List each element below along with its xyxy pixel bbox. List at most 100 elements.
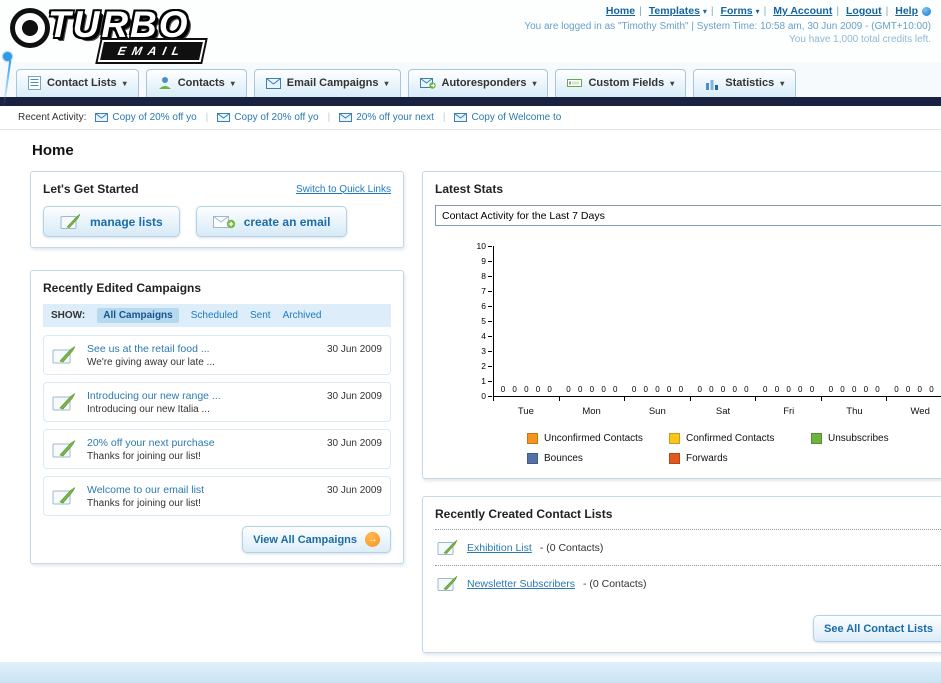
legend-swatch xyxy=(527,433,538,444)
contact-list-link[interactable]: Newsletter Subscribers xyxy=(467,578,575,590)
contact-list-item: Newsletter Subscribers - (0 Contacts) xyxy=(435,566,941,601)
recently-created-lists-panel: Recently Created Contact Lists Exhibitio… xyxy=(422,496,941,653)
create-email-button[interactable]: create an email xyxy=(195,206,348,237)
chart-x-ticks xyxy=(493,397,941,401)
legend-item: Unsubscribes xyxy=(811,433,941,444)
nav-divider-bar xyxy=(0,97,941,106)
chevron-down-icon: ▾ xyxy=(384,78,389,88)
campaign-row: Welcome to our email list Thanks for joi… xyxy=(43,476,391,516)
footer-band xyxy=(0,662,941,683)
chart-plot: 0 0 0 0 00 0 0 0 00 0 0 0 00 0 0 0 00 0 … xyxy=(493,246,941,397)
nav-tab-contacts[interactable]: Contacts ▾ xyxy=(145,69,247,97)
legend-item: Forwards xyxy=(669,453,811,464)
legend-item: Confirmed Contacts xyxy=(669,433,811,444)
campaign-title-link[interactable]: See us at the retail food ... xyxy=(87,343,318,355)
nav-tab-statistics[interactable]: Statistics ▾ xyxy=(693,69,797,97)
nav-tab-label: Custom Fields xyxy=(588,77,665,89)
chevron-down-icon: ▾ xyxy=(122,78,127,88)
contact-list-detail: - (0 Contacts) xyxy=(539,541,604,554)
contact-list-link[interactable]: Exhibition List xyxy=(467,542,532,554)
legend-swatch xyxy=(527,453,538,464)
pencil-note-icon xyxy=(52,393,76,411)
chart-x-label: Fri xyxy=(783,406,795,417)
campaign-date: 30 Jun 2009 xyxy=(326,391,382,402)
nav-tab-email-campaigns[interactable]: Email Campaigns ▾ xyxy=(253,69,401,97)
page-title: Home xyxy=(32,142,74,159)
link-logout[interactable]: Logout xyxy=(846,5,882,17)
recently-edited-campaigns-panel: Recently Edited Campaigns SHOW: All Camp… xyxy=(30,270,404,564)
legend-swatch xyxy=(811,433,822,444)
recent-activity-item[interactable]: Copy of 20% off yo xyxy=(217,112,319,123)
tab-scheduled[interactable]: Scheduled xyxy=(191,310,238,321)
link-help[interactable]: Help xyxy=(895,5,918,17)
stats-dropdown-value: Contact Activity for the Last 7 Days xyxy=(442,209,605,222)
custom-fields-icon xyxy=(567,79,583,87)
email-campaign-icon xyxy=(265,77,281,89)
campaign-subtitle: We're giving away our late ... xyxy=(87,356,215,368)
nav-tab-label: Statistics xyxy=(725,77,775,89)
get-started-title: Let's Get Started xyxy=(43,182,139,196)
switch-quick-links-link[interactable]: Switch to Quick Links xyxy=(296,184,391,195)
contact-lists-title: Recently Created Contact Lists xyxy=(435,507,613,521)
see-all-contact-lists-button[interactable]: See All Contact Lists → xyxy=(812,615,941,642)
campaign-row: Introducing our new range ... Introducin… xyxy=(43,382,391,422)
arrow-right-icon: → xyxy=(365,532,380,547)
link-my-account[interactable]: My Account xyxy=(773,5,832,17)
campaign-date: 30 Jun 2009 xyxy=(326,438,382,449)
envelope-plus-icon xyxy=(212,216,235,229)
recent-activity-item[interactable]: 20% off your next xyxy=(339,112,434,123)
statistics-icon xyxy=(706,79,719,90)
legend-swatch xyxy=(669,433,680,444)
recent-activity-item[interactable]: Copy of Welcome to xyxy=(454,112,561,123)
main-content: Home Let's Get Started Switch to Quick L… xyxy=(0,130,941,653)
link-forms[interactable]: Forms xyxy=(721,5,753,17)
chart-x-label: Mon xyxy=(582,406,601,417)
link-home[interactable]: Home xyxy=(606,5,635,17)
campaigns-filter-tabs: SHOW: All Campaigns Scheduled Sent Archi… xyxy=(43,304,391,327)
nav-tab-autoresponders[interactable]: Autoresponders ▾ xyxy=(407,69,549,97)
chevron-down-icon: ▾ xyxy=(532,78,537,88)
manage-lists-button[interactable]: manage lists xyxy=(43,206,180,237)
logo-subtitle: EMAIL xyxy=(97,40,206,62)
chevron-down-icon: ▾ xyxy=(670,78,675,88)
chart-x-label: Thu xyxy=(846,406,863,417)
live-chat-icon[interactable] xyxy=(922,6,931,16)
tab-sent[interactable]: Sent xyxy=(250,310,271,321)
link-templates[interactable]: Templates xyxy=(649,5,700,17)
envelope-icon xyxy=(454,113,468,122)
nav-tab-custom-fields[interactable]: Custom Fields ▾ xyxy=(555,69,687,97)
campaign-title-link[interactable]: 20% off your next purchase xyxy=(87,437,318,449)
campaign-date: 30 Jun 2009 xyxy=(326,344,382,355)
chart-x-label: Tue xyxy=(517,406,534,417)
legend-item: Bounces xyxy=(527,453,669,464)
pencil-note-icon xyxy=(52,440,76,458)
envelope-icon xyxy=(339,113,353,122)
campaign-title-link[interactable]: Welcome to our email list xyxy=(87,484,318,496)
campaign-title-link[interactable]: Introducing our new range ... xyxy=(87,390,318,402)
latest-stats-panel: Latest Stats Contact Activity for the La… xyxy=(422,171,941,479)
recent-activity-item[interactable]: Copy of 20% off yo xyxy=(95,112,197,123)
pencil-note-icon xyxy=(52,346,76,364)
contact-list-item: Exhibition List - (0 Contacts) xyxy=(435,530,941,565)
stats-activity-dropdown[interactable]: Contact Activity for the Last 7 Days ▼ xyxy=(435,205,941,226)
tab-archived[interactable]: Archived xyxy=(283,310,322,321)
contact-lists-icon xyxy=(28,76,41,90)
chart-x-labels: Tue Mon Sun Sat Fri Thu Wed xyxy=(493,401,941,417)
nav-tab-contact-lists[interactable]: Contact Lists ▾ xyxy=(16,69,139,97)
recent-activity-bar: Recent Activity: Copy of 20% off yo | Co… xyxy=(0,106,941,130)
pencil-note-icon xyxy=(437,575,458,591)
login-info: You are logged in as "Timothy Smith" | S… xyxy=(524,21,931,32)
main-nav: Contact Lists ▾ Contacts ▾ Email Campaig… xyxy=(0,62,941,97)
turbo-logo[interactable]: TURBO EMAIL xyxy=(8,4,288,62)
view-all-campaigns-button[interactable]: View All Campaigns → xyxy=(242,526,391,553)
chart-legend: Unconfirmed Contacts Confirmed Contacts Un… xyxy=(527,433,941,464)
chevron-down-icon: ▾ xyxy=(230,78,235,88)
contacts-icon xyxy=(158,77,171,89)
header: TURBO EMAIL Home | Templates ▾ | Forms ▾ | … xyxy=(0,0,941,108)
get-started-panel: Let's Get Started Switch to Quick Links … xyxy=(30,171,404,248)
pencil-note-icon xyxy=(52,487,76,505)
chart-x-label: Wed xyxy=(910,406,930,417)
tab-all-campaigns[interactable]: All Campaigns xyxy=(97,308,179,323)
top-nav-links: Home | Templates ▾ | Forms ▾ | My Account | … xyxy=(524,5,931,17)
contact-activity-chart: 0 1 2 3 4 5 6 7 8 9 10 0 0 0 0 00 0 0 0 00 0 0 0 0… xyxy=(435,241,941,464)
